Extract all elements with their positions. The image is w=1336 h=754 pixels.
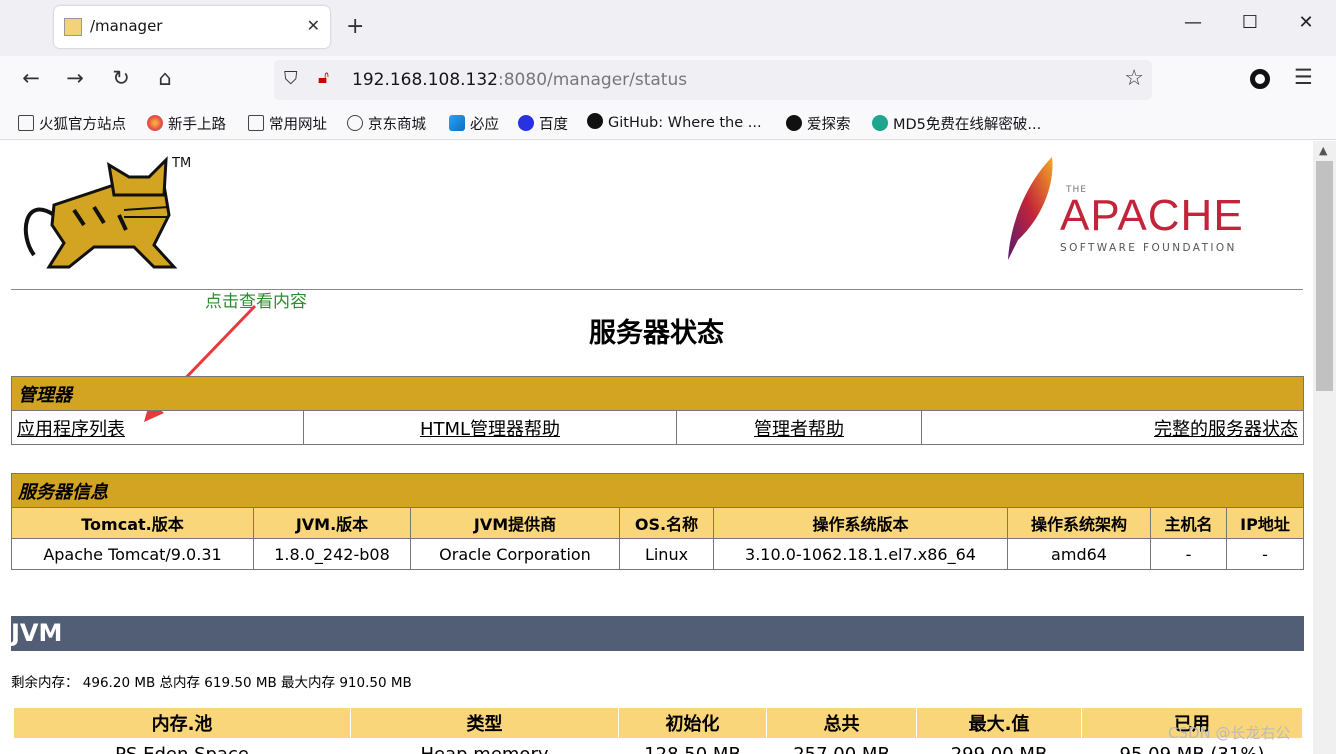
close-window-icon[interactable]: ✕ (1291, 12, 1321, 33)
apache-feather-icon (1008, 157, 1053, 260)
manager-heading: 管理器 (11, 376, 1304, 411)
col-header: OS.名称 (619, 507, 714, 539)
col-header: 最大.值 (916, 707, 1082, 739)
minimize-window-icon[interactable]: — (1178, 12, 1208, 33)
col-header: 类型 (350, 707, 619, 739)
trademark-label: TM (171, 156, 191, 171)
menu-icon[interactable]: ☰ (1294, 65, 1313, 89)
baidu-paw-icon (518, 115, 534, 131)
html-manager-help-link[interactable]: HTML管理器帮助 (420, 419, 560, 440)
tomcat-logo-icon: TM (23, 156, 191, 269)
maximize-window-icon[interactable]: ☐ (1235, 12, 1265, 33)
navigation-toolbar: ← → ↻ ⌂ ⛉ 🔓︎ 192.168.108.132:8080/manage… (0, 56, 1336, 104)
aitansuo-icon (786, 115, 802, 131)
table-cell: 3.10.0-1062.18.1.el7.x86_64 (713, 538, 1008, 570)
table-cell: PS Eden Space (14, 739, 351, 754)
table-cell: - (1150, 538, 1227, 570)
browser-tab[interactable]: /manager ✕ (54, 6, 330, 48)
browser-tab-bar: /manager ✕ + — ☐ ✕ (0, 0, 1336, 56)
tomcat-favicon-icon (64, 18, 82, 36)
col-header: 总共 (766, 707, 917, 739)
complete-server-status-link[interactable]: 完整的服务器状态 (1154, 419, 1298, 440)
table-cell: amd64 (1007, 538, 1151, 570)
bookmark-baidu[interactable]: 百度 (518, 113, 568, 134)
back-icon[interactable]: ← (16, 66, 46, 94)
col-header: 主机名 (1150, 507, 1227, 539)
app-list-link[interactable]: 应用程序列表 (17, 419, 125, 440)
table-cell: Heap memory (351, 739, 619, 754)
col-header: 操作系统架构 (1007, 507, 1151, 539)
page-title: 服务器状态 (589, 318, 724, 349)
folder-icon (18, 115, 34, 131)
bing-icon (449, 115, 465, 131)
col-header: Tomcat.版本 (11, 507, 254, 539)
bookmark-star-icon[interactable]: ☆ (1124, 66, 1144, 91)
apache-wordmark: APACHE (1060, 191, 1244, 240)
table-cell: - (1226, 538, 1304, 570)
col-header: 初始化 (618, 707, 767, 739)
table-cell: 1.8.0_242-b08 (253, 538, 411, 570)
bookmark-getting-started[interactable]: 新手上路 (147, 113, 226, 134)
new-tab-button[interactable]: + (346, 14, 364, 39)
apache-logo: THE APACHE SOFTWARE FOUNDATION (1000, 155, 1260, 265)
table-cell: Oracle Corporation (410, 538, 620, 570)
col-header: JVM提供商 (410, 507, 620, 539)
globe-icon (347, 115, 363, 131)
apache-subtitle: SOFTWARE FOUNDATION (1060, 242, 1237, 254)
bookmark-jd[interactable]: 京东商城 (347, 113, 426, 134)
bookmark-aitansuo[interactable]: 爱探索 (786, 113, 851, 134)
memory-summary: 剩余内存： 496.20 MB 总内存 619.50 MB 最大内存 910.5… (11, 675, 412, 691)
bookmark-firefox-official[interactable]: 火狐官方站点 (18, 113, 126, 134)
reload-icon[interactable]: ↻ (106, 66, 136, 94)
manager-help-link[interactable]: 管理者帮助 (754, 419, 844, 440)
tab-title: /manager (90, 17, 163, 35)
bookmark-common-sites[interactable]: 常用网址 (248, 113, 327, 134)
vertical-scrollbar[interactable]: ▲ (1313, 141, 1336, 754)
bookmark-bing[interactable]: 必应 (449, 113, 499, 134)
col-header: IP地址 (1226, 507, 1304, 539)
scroll-up-icon[interactable]: ▲ (1319, 144, 1327, 157)
table-cell: 257.00 MB (767, 739, 917, 754)
close-tab-icon[interactable]: ✕ (307, 16, 320, 35)
page-content: TM THE APACHE SOFTWARE FOUNDATION 点击查看内容… (0, 141, 1313, 754)
md5-site-icon (872, 115, 888, 131)
url-text[interactable]: 192.168.108.132:8080/manager/status (352, 70, 687, 90)
shield-icon[interactable]: ⛉ (284, 68, 298, 89)
home-icon[interactable]: ⌂ (150, 66, 180, 94)
bookmark-github[interactable]: GitHub: Where the ... (587, 113, 762, 131)
forward-icon[interactable]: → (60, 66, 90, 94)
firefox-icon (147, 115, 163, 131)
github-icon (587, 113, 603, 129)
table-cell: 299.00 MB (917, 739, 1082, 754)
table-cell: Apache Tomcat/9.0.31 (11, 538, 254, 570)
address-bar[interactable]: ⛉ 🔓︎ 192.168.108.132:8080/manager/status… (274, 60, 1152, 100)
server-info-table: 服务器信息 Tomcat.版本 JVM.版本 JVM提供商 OS.名称 操作系统… (11, 473, 1304, 570)
col-header: 内存.池 (13, 707, 351, 739)
col-header: 操作系统版本 (713, 507, 1008, 539)
table-cell: Linux (619, 538, 714, 570)
watermark: CSDN @长龙右公 (1168, 724, 1291, 742)
folder-icon (248, 115, 264, 131)
server-info-heading: 服务器信息 (11, 473, 1304, 508)
bookmarks-toolbar: 火狐官方站点 新手上路 常用网址 京东商城 必应 百度 GitHub: Wher… (0, 104, 1336, 140)
table-cell: 128.50 MB (619, 739, 767, 754)
memory-pool-table: 内存.池 类型 初始化 总共 最大.值 已用 PS Eden Space Hea… (13, 707, 1303, 754)
jvm-section-heading: JVM (11, 616, 1304, 651)
manager-table: 管理器 应用程序列表 HTML管理器帮助 管理者帮助 完整的服务器状态 (11, 376, 1304, 445)
scrollbar-thumb[interactable] (1316, 161, 1333, 391)
col-header: JVM.版本 (253, 507, 411, 539)
insecure-lock-icon[interactable]: 🔓︎ (318, 68, 329, 88)
bookmark-md5[interactable]: MD5免费在线解密破... (872, 113, 1041, 134)
account-icon[interactable] (1250, 69, 1270, 89)
